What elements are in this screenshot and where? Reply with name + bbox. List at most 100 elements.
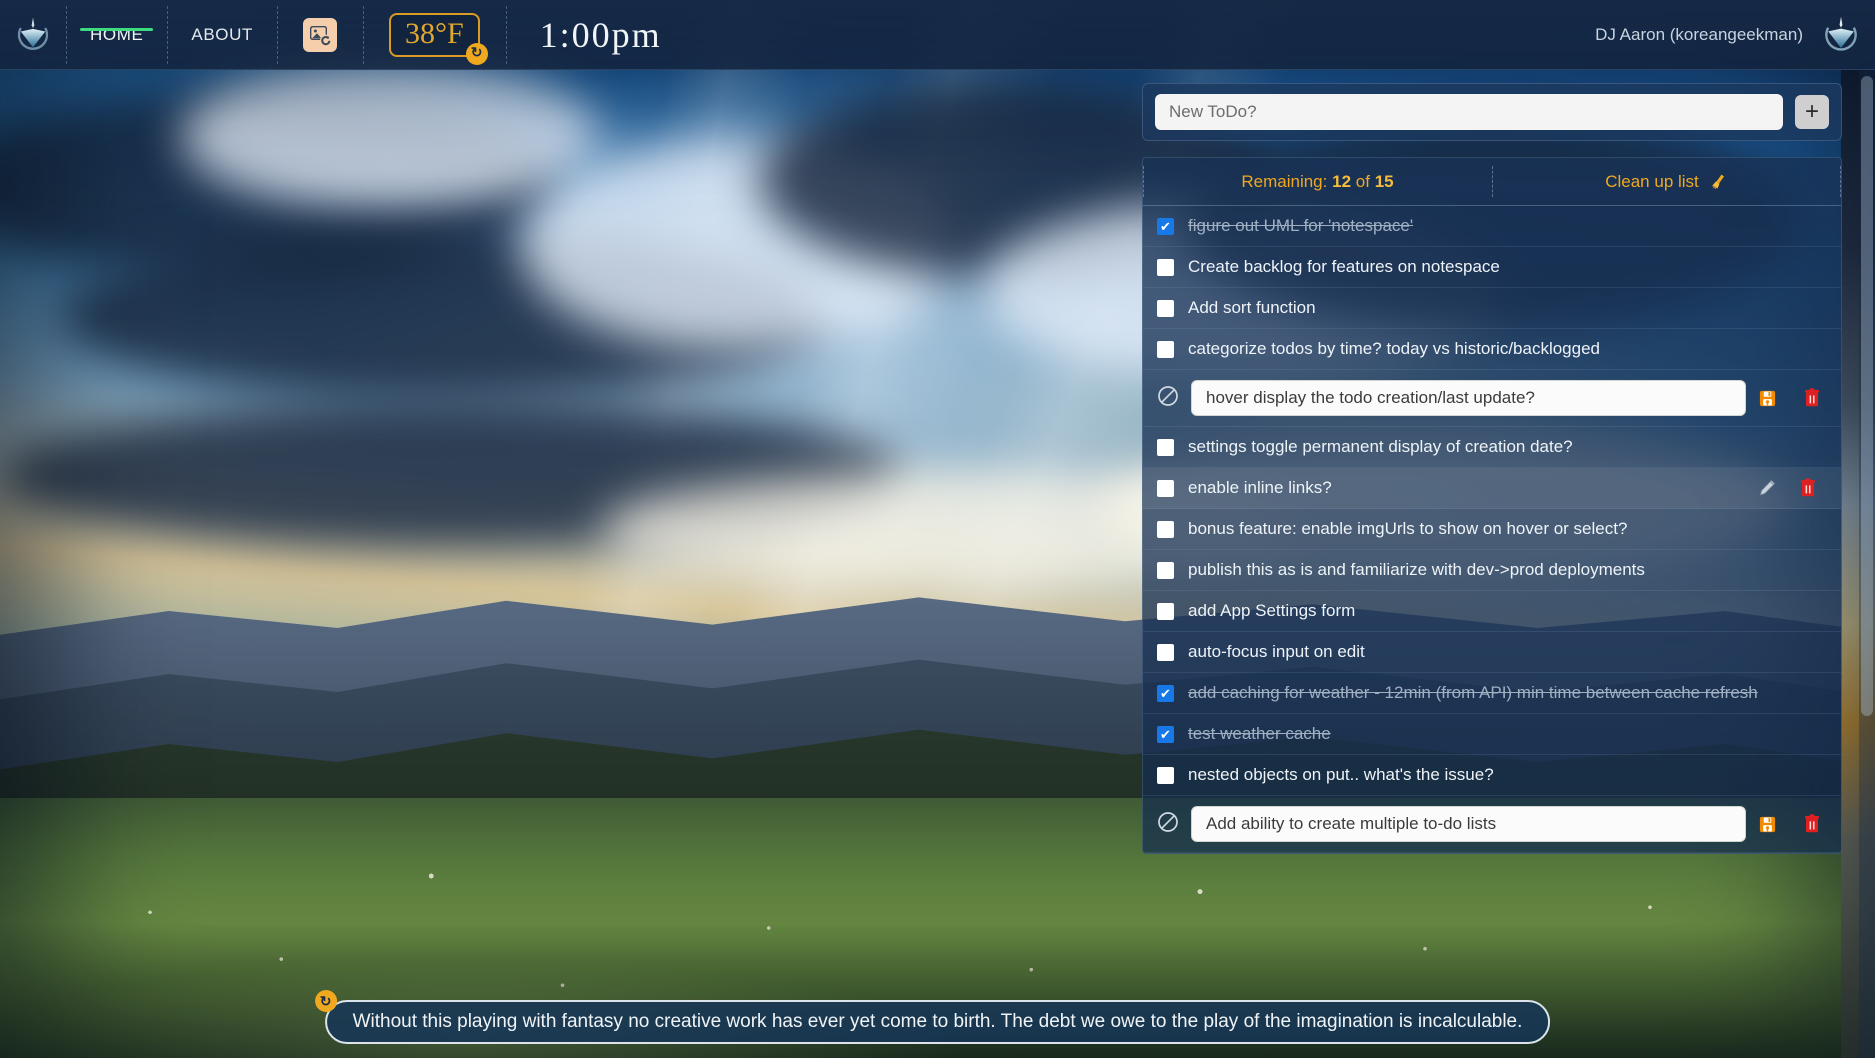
todo-label: publish this as is and familiarize with … — [1188, 560, 1645, 579]
new-todo-bar: + — [1142, 83, 1842, 141]
todo-checkbox[interactable] — [1157, 438, 1174, 456]
weather-cell: 38°F ↻ — [362, 0, 506, 70]
edit-row-actions — [1758, 814, 1827, 834]
todo-checkbox[interactable] — [1157, 258, 1174, 276]
cancel-edit-button[interactable] — [1157, 811, 1179, 838]
todo-checkbox[interactable] — [1157, 766, 1174, 784]
quote-refresh-icon[interactable]: ↻ — [314, 990, 337, 1012]
todo-edit-row — [1143, 796, 1841, 853]
notespace-logo-right-icon[interactable] — [1819, 13, 1863, 57]
todo-row[interactable]: add caching for weather - 12min (from AP… — [1143, 673, 1841, 714]
add-todo-button[interactable]: + — [1795, 95, 1829, 129]
todo-label: enable inline links? — [1188, 478, 1332, 497]
todo-edit-row — [1143, 370, 1841, 427]
pencil-icon — [1760, 480, 1775, 496]
remaining-label: Remaining: — [1241, 171, 1328, 191]
remaining-count: 12 — [1332, 171, 1352, 191]
cancel-ban-icon — [1158, 385, 1178, 406]
user-account-label[interactable]: DJ Aaron (koreangeekman) — [1595, 25, 1819, 45]
nav-link-about[interactable]: ABOUT — [173, 25, 271, 45]
clean-up-list-label: Clean up list — [1605, 171, 1699, 191]
quote-bar: ↻ Without this playing with fantasy no c… — [314, 990, 1551, 1044]
todo-row[interactable]: auto-focus input on edit — [1143, 632, 1841, 673]
weather-temperature: 38°F — [404, 16, 464, 50]
todo-row[interactable]: add App Settings form — [1143, 591, 1841, 632]
todo-label: categorize todos by time? today vs histo… — [1188, 339, 1601, 358]
todo-list-header: Remaining: 12 of 15 Clean up list — [1143, 158, 1841, 206]
todo-checkbox[interactable] — [1157, 643, 1174, 661]
delete-todo-button[interactable] — [1803, 814, 1821, 834]
todo-list-card: Remaining: 12 of 15 Clean up list figure… — [1142, 157, 1842, 854]
todo-checkbox[interactable] — [1157, 561, 1174, 579]
remaining-total: 15 — [1374, 171, 1394, 191]
scrollbar-thumb[interactable] — [1861, 76, 1873, 716]
delete-todo-button[interactable] — [1803, 388, 1821, 408]
cancel-edit-button[interactable] — [1157, 385, 1179, 412]
todo-row[interactable]: publish this as is and familiarize with … — [1143, 550, 1841, 591]
broom-icon — [1711, 174, 1724, 189]
picture-reload-icon — [309, 25, 331, 45]
todo-row[interactable]: figure out UML for 'notespace' — [1143, 206, 1841, 247]
todo-edit-input[interactable] — [1191, 380, 1746, 416]
edit-todo-button[interactable] — [1757, 478, 1777, 498]
todo-edit-input[interactable] — [1191, 806, 1746, 842]
image-refresh-icon[interactable] — [302, 17, 337, 52]
todo-checkbox[interactable] — [1157, 684, 1174, 702]
todo-row[interactable]: test weather cache — [1143, 714, 1841, 755]
todo-row[interactable]: Create backlog for features on notespace — [1143, 247, 1841, 288]
cancel-ban-icon — [1158, 811, 1178, 832]
save-todo-button[interactable] — [1758, 389, 1777, 408]
delete-todo-button[interactable] — [1799, 478, 1817, 498]
trash-icon — [1805, 388, 1819, 407]
remaining-of: of — [1355, 171, 1370, 191]
todo-rows-container: figure out UML for 'notespace' Create bac… — [1143, 206, 1841, 853]
todo-panel: + Remaining: 12 of 15 Clean up list figu… — [1142, 83, 1842, 854]
save-todo-button[interactable] — [1758, 815, 1777, 834]
todo-label: figure out UML for 'notespace' — [1188, 216, 1414, 235]
top-navbar: HOME ABOUT 38°F ↻ 1:00pm DJ Aaron (korea… — [0, 0, 1875, 70]
todo-checkbox[interactable] — [1157, 725, 1174, 743]
todo-label: test weather cache — [1188, 724, 1331, 743]
todo-label: Add sort function — [1188, 298, 1316, 317]
todo-row[interactable]: settings toggle permanent display of cre… — [1143, 427, 1841, 468]
trash-icon — [1805, 814, 1819, 833]
todo-checkbox[interactable] — [1157, 520, 1174, 538]
notespace-logo-icon — [17, 17, 49, 50]
weather-refresh-icon[interactable]: ↻ — [465, 42, 488, 65]
nav-group-links: HOME — [66, 0, 167, 70]
todo-label: bonus feature: enable imgUrls to show on… — [1188, 519, 1628, 538]
app-logo-left[interactable] — [0, 0, 66, 70]
todo-row[interactable]: categorize todos by time? today vs histo… — [1143, 329, 1841, 370]
image-refresh-cell — [276, 0, 363, 70]
todo-label: add App Settings form — [1188, 601, 1356, 620]
todo-row[interactable]: enable inline links? — [1143, 468, 1841, 509]
clock-display: 1:00pm — [539, 14, 662, 55]
todo-checkbox[interactable] — [1157, 299, 1174, 317]
todo-label: settings toggle permanent display of cre… — [1188, 437, 1573, 456]
cloud — [180, 60, 600, 210]
todo-label: add caching for weather - 12min (from AP… — [1188, 683, 1758, 702]
todo-label: nested objects on put.. what's the issue… — [1188, 765, 1494, 784]
save-floppy-icon — [1759, 816, 1776, 832]
page-scrollbar[interactable] — [1859, 70, 1875, 1058]
weather-widget[interactable]: 38°F ↻ — [388, 12, 488, 65]
todo-label: auto-focus input on edit — [1188, 642, 1365, 661]
clock-cell: 1:00pm — [505, 0, 696, 70]
trash-icon — [1801, 478, 1815, 497]
todo-checkbox[interactable] — [1157, 602, 1174, 620]
save-floppy-icon — [1759, 390, 1776, 406]
clean-up-list-button[interactable]: Clean up list — [1492, 158, 1841, 205]
todo-row[interactable]: bonus feature: enable imgUrls to show on… — [1143, 509, 1841, 550]
nav-link-home[interactable]: HOME — [72, 25, 161, 45]
todo-checkbox[interactable] — [1157, 340, 1174, 358]
todo-checkbox[interactable] — [1157, 479, 1174, 497]
todo-row[interactable]: nested objects on put.. what's the issue… — [1143, 755, 1841, 796]
todo-checkbox[interactable] — [1157, 217, 1174, 235]
nav-link-about-cell: ABOUT — [167, 0, 277, 70]
new-todo-input[interactable] — [1155, 94, 1783, 130]
todo-row[interactable]: Add sort function — [1143, 288, 1841, 329]
edit-row-actions — [1758, 388, 1827, 408]
todo-label: Create backlog for features on notespace — [1188, 257, 1500, 276]
remaining-counter[interactable]: Remaining: 12 of 15 — [1143, 158, 1492, 205]
todo-row-actions — [1757, 478, 1827, 498]
